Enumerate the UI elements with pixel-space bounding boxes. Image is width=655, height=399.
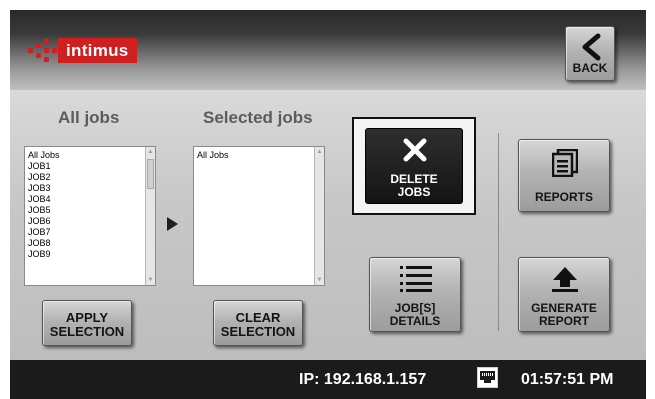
document-stack-icon [552,149,578,177]
list-item[interactable]: JOB3 [28,183,155,194]
apply-selection-button[interactable]: APPLY SELECTION [42,300,132,346]
ethernet-port-icon [477,367,498,388]
all-jobs-scrollbar[interactable]: ▲ ▼ [145,147,155,285]
screen: intimus BACK All jobs Selected jobs All … [0,0,655,399]
delete-jobs-button[interactable]: DELETE JOBS [365,128,463,204]
clear-selection-label: CLEAR SELECTION [214,311,302,339]
scroll-down-icon[interactable]: ▼ [146,275,155,285]
list-item[interactable]: JOB6 [28,216,155,227]
all-jobs-listbox[interactable]: All Jobs JOB1 JOB2 JOB3 JOB4 JOB5 JOB6 J… [24,146,156,286]
back-label: BACK [572,61,608,75]
selected-jobs-list: All Jobs [194,147,324,161]
label-line: APPLY [65,310,109,325]
all-jobs-title: All jobs [58,108,120,127]
ip-address: IP: 192.168.1.157 [299,371,427,388]
selected-jobs-scrollbar[interactable]: ▲ ▼ [314,147,324,285]
list-item[interactable]: JOB1 [28,161,155,172]
label-line: SELECTION [49,324,125,339]
scrollbar-thumb[interactable] [147,159,154,189]
scroll-down-icon[interactable]: ▼ [315,275,324,285]
apply-selection-label: APPLY SELECTION [43,311,131,339]
reports-button[interactable]: REPORTS [518,139,610,212]
reports-label: REPORTS [534,190,593,204]
scroll-up-icon[interactable]: ▲ [315,147,324,157]
main-panel: All jobs Selected jobs All Jobs JOB1 JOB… [10,90,646,360]
job-details-label: JOB[S] DETAILS [370,302,460,328]
label-line: JOBS [397,185,431,199]
clear-selection-button[interactable]: CLEAR SELECTION [213,300,303,346]
list-icon [400,266,432,292]
label-line: CLEAR [235,310,281,325]
scroll-up-icon[interactable]: ▲ [146,147,155,157]
upload-arrow-icon [552,267,578,292]
list-item[interactable]: JOB8 [28,238,155,249]
list-item[interactable]: All Jobs [197,150,324,161]
chevron-left-icon [582,33,601,61]
header: intimus BACK [10,10,646,90]
list-item[interactable]: JOB2 [28,172,155,183]
generate-report-button[interactable]: GENERATE REPORT [518,257,610,332]
app-frame: intimus BACK All jobs Selected jobs All … [10,10,646,399]
list-item[interactable]: All Jobs [28,150,155,161]
job-details-button[interactable]: JOB[S] DETAILS [369,257,461,332]
label-line: DETAILS [389,314,441,328]
list-item[interactable]: JOB7 [28,227,155,238]
label-line: SELECTION [220,324,296,339]
status-bar: IP: 192.168.1.157 01:57:51 PM [10,360,646,399]
clock: 01:57:51 PM [521,371,614,388]
arrow-right-icon [167,217,178,231]
logo-dots-icon [28,38,58,63]
selected-jobs-title: Selected jobs [203,108,313,127]
logo-text: intimus [58,38,137,63]
all-jobs-list: All Jobs JOB1 JOB2 JOB3 JOB4 JOB5 JOB6 J… [25,147,155,260]
delete-jobs-label: DELETE JOBS [366,173,462,199]
intimus-logo: intimus [28,38,137,63]
generate-report-label: GENERATE REPORT [519,302,609,328]
delete-jobs-highlight: DELETE JOBS [352,117,476,215]
list-item[interactable]: JOB9 [28,249,155,260]
vertical-divider [498,133,499,331]
back-button[interactable]: BACK [565,26,615,81]
list-item[interactable]: JOB5 [28,205,155,216]
x-icon [403,138,427,162]
list-item[interactable]: JOB4 [28,194,155,205]
label-line: REPORT [538,314,589,328]
selected-jobs-listbox[interactable]: All Jobs ▲ ▼ [193,146,325,286]
